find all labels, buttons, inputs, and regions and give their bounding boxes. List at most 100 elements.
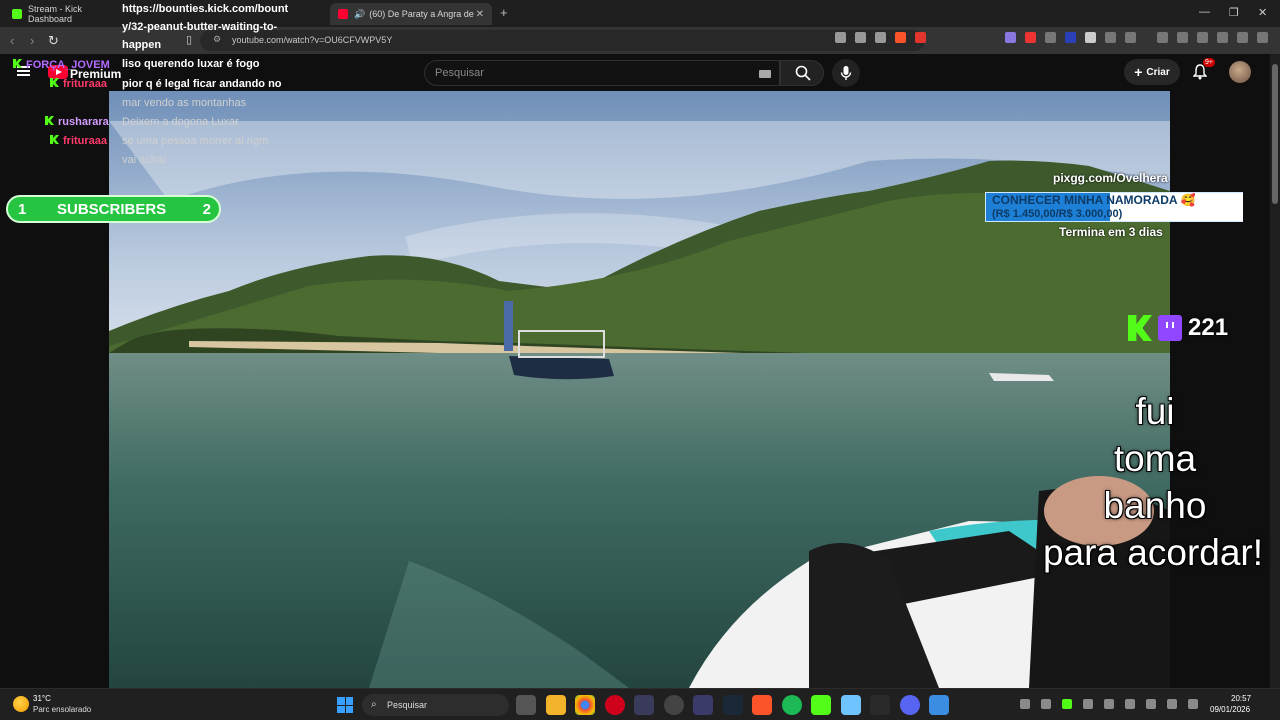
youtube-favicon-icon: [338, 9, 348, 19]
taskbar-search-label: Pesquisar: [387, 700, 428, 710]
sync-icon[interactable]: [1041, 699, 1051, 709]
chat-message: y/32-peanut-butter-waiting-to-: [122, 21, 278, 33]
microphone-icon[interactable]: [1146, 699, 1156, 709]
tray-icon[interactable]: [1083, 699, 1093, 709]
voice-search-button[interactable]: [832, 59, 860, 87]
chat-message: frituraaa: [50, 78, 107, 90]
address-bar[interactable]: ⚙ youtube.com/watch?v=OU6CFVWPV5Y: [200, 30, 925, 51]
chat-overlay: https://bounties.kick.com/bount y/32-pea…: [0, 0, 300, 170]
chat-message: mar vendo as montanhas: [122, 97, 247, 109]
caption-text: fui toma banho para acordar!: [1030, 388, 1280, 576]
kick-tray-icon[interactable]: [1062, 699, 1072, 709]
weather-description[interactable]: Parc ensolarado: [33, 705, 91, 714]
notification-badge: 9+: [1203, 58, 1215, 67]
brave-rewards-icon[interactable]: [915, 32, 926, 43]
chat-username: frituraaa: [63, 135, 108, 147]
volume-icon[interactable]: [1188, 699, 1198, 709]
subscribers-right: 2: [202, 201, 211, 218]
brave-icon[interactable]: [752, 695, 772, 715]
weather-temperature[interactable]: 31°C: [33, 694, 51, 703]
obs-icon[interactable]: [663, 695, 684, 715]
speaker-icon: 🔊: [354, 8, 366, 19]
omnibox-actions: [835, 32, 926, 43]
search-placeholder: Pesquisar: [435, 67, 484, 79]
epic-games-icon[interactable]: [870, 695, 890, 715]
subscribers-label: SUBSCRIBERS: [57, 201, 167, 218]
taskbar-apps: [516, 695, 949, 715]
discord-icon[interactable]: [899, 695, 920, 715]
subscribers-counter: 1 SUBSCRIBERS 2: [6, 195, 221, 223]
notepad-icon[interactable]: [840, 695, 861, 715]
leo-ai-icon[interactable]: [1217, 32, 1228, 43]
steam-icon[interactable]: [722, 695, 743, 715]
create-button[interactable]: + Criar: [1124, 59, 1180, 85]
app-icon[interactable]: [693, 695, 713, 715]
page-scrollbar[interactable]: [1270, 54, 1280, 688]
wallet-icon[interactable]: [1197, 32, 1208, 43]
media-icon[interactable]: [1157, 32, 1168, 43]
scrollbar-thumb[interactable]: [1272, 64, 1278, 204]
app-icon[interactable]: [929, 695, 949, 715]
network-icon[interactable]: [1167, 699, 1177, 709]
puzzle-icon[interactable]: [1105, 32, 1116, 43]
kick-icon[interactable]: [811, 695, 831, 715]
keyboard-icon[interactable]: [759, 70, 771, 78]
chat-username: frituraaa: [63, 78, 108, 90]
chat-username: FORÇA_JOVEM: [26, 59, 110, 71]
clock-date[interactable]: 09/01/2026: [1210, 705, 1250, 714]
chat-message: https://bounties.kick.com/bount: [122, 3, 289, 15]
bluetooth-icon[interactable]: [1125, 699, 1135, 709]
caption-line: para acordar!: [1042, 532, 1264, 573]
search-button[interactable]: [780, 60, 824, 86]
screen: Stream - Kick Dashboard 🔊 (60) De Paraty…: [0, 0, 1280, 720]
goal-value: (R$ 1.450,00/R$ 3.000,00): [992, 208, 1123, 220]
viewer-number: 221: [1188, 314, 1229, 341]
close-window-icon[interactable]: ✕: [1258, 6, 1267, 19]
menu-icon[interactable]: [1257, 32, 1268, 43]
app-icon[interactable]: [634, 695, 654, 715]
video-player[interactable]: [109, 91, 1170, 688]
chevron-up-icon[interactable]: [1020, 699, 1030, 709]
star-icon[interactable]: [875, 32, 886, 43]
chat-message: vai achar: [122, 154, 167, 166]
microphone-icon: [840, 66, 852, 80]
extension-icon[interactable]: [1005, 32, 1016, 43]
share-icon[interactable]: [855, 32, 866, 43]
chat-text: se uma pessoa morrer ai ngm: [122, 135, 269, 147]
chat-message: happen: [122, 39, 162, 51]
file-explorer-icon[interactable]: [545, 695, 566, 715]
spotify-icon[interactable]: [781, 695, 802, 715]
extension-icon[interactable]: [1025, 32, 1036, 43]
screenshot-icon[interactable]: [1125, 32, 1136, 43]
vpn-icon[interactable]: [1237, 32, 1248, 43]
minimize-icon[interactable]: —: [1199, 6, 1210, 18]
tab-youtube-video[interactable]: 🔊 (60) De Paraty a Angra de Jet ✕: [330, 3, 492, 25]
twitch-logo-icon: [1158, 315, 1182, 341]
extension-icon[interactable]: [1085, 32, 1096, 43]
extension-icon[interactable]: [1065, 32, 1076, 43]
chat-message: rusharara: [45, 116, 109, 128]
task-view-icon[interactable]: [516, 695, 536, 715]
chrome-icon[interactable]: [575, 695, 595, 715]
search-input[interactable]: Pesquisar: [424, 60, 780, 86]
brave-shields-icon[interactable]: [895, 32, 906, 43]
close-icon[interactable]: ✕: [476, 9, 484, 20]
maximize-icon[interactable]: ❐: [1229, 6, 1239, 19]
tray-icon[interactable]: [1104, 699, 1114, 709]
new-tab-icon[interactable]: +: [500, 5, 508, 20]
opera-icon[interactable]: [604, 695, 625, 715]
windows-taskbar: 31°C Parc ensolarado ⌕ Pesquisar 20:57 0…: [0, 688, 1280, 720]
system-tray: [1020, 699, 1198, 709]
weather-icon[interactable]: [13, 696, 29, 712]
kick-badge-icon: [45, 116, 54, 125]
avatar[interactable]: [1229, 61, 1251, 83]
chat-text: liso querendo luxar é fogo: [122, 58, 260, 70]
sidebar-icon[interactable]: [1177, 32, 1188, 43]
cast-icon[interactable]: [835, 32, 846, 43]
donation-goal: CONHECER MINHA NAMORADA 🥰 (R$ 1.450,00/R…: [985, 192, 1243, 222]
extension-icon[interactable]: [1045, 32, 1056, 43]
clock-time[interactable]: 20:57: [1231, 694, 1251, 703]
windows-start-icon[interactable]: [337, 697, 353, 713]
chat-username: rusharara: [58, 116, 109, 128]
taskbar-search[interactable]: ⌕ Pesquisar: [362, 694, 509, 716]
